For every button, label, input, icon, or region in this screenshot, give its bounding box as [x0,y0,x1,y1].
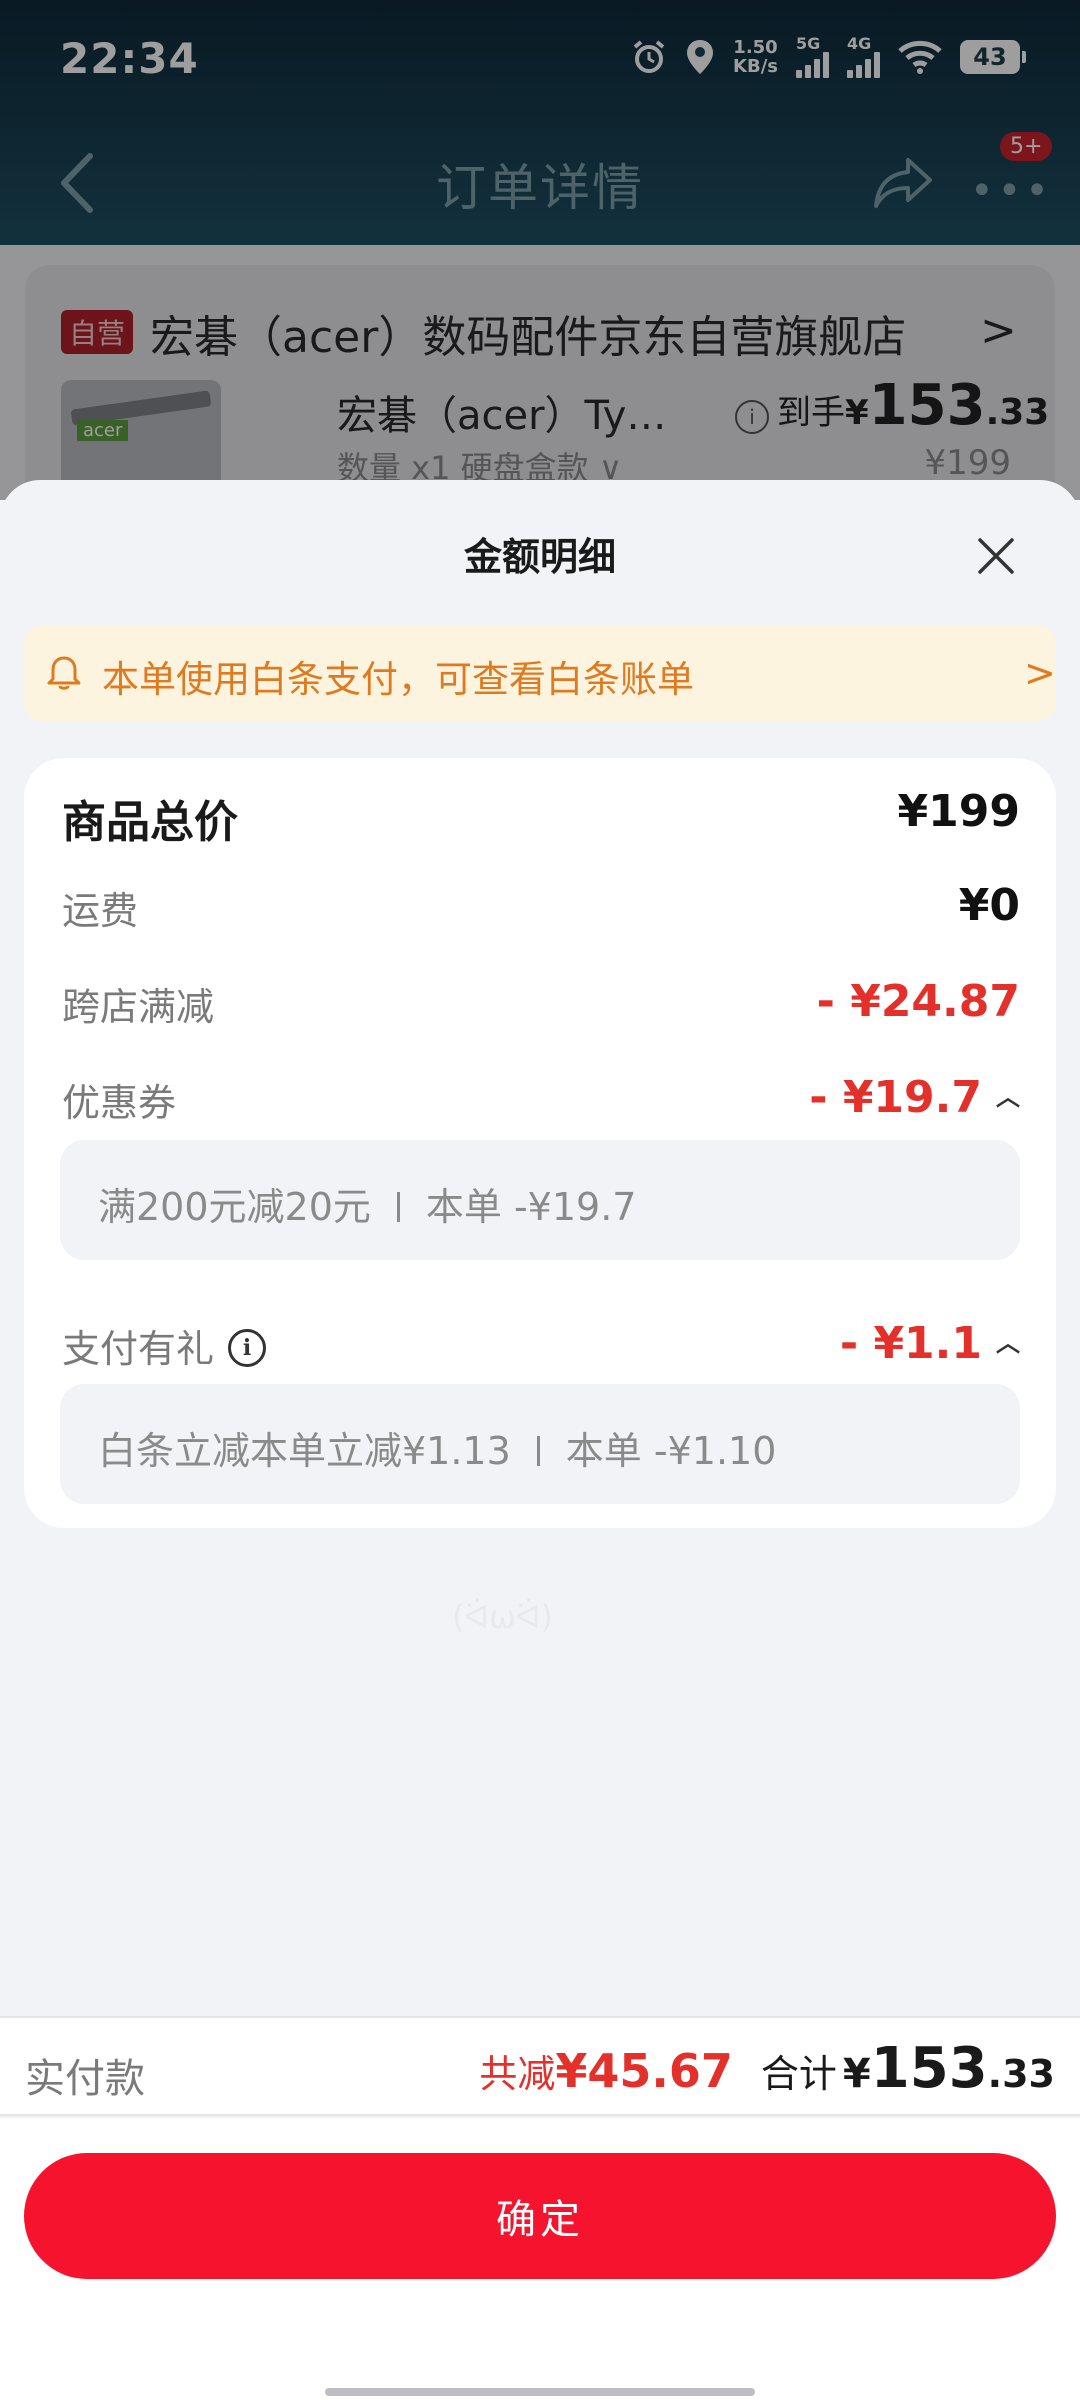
pay-gift-detail-text: 白条立减本单立减¥1.13 本单 -¥1.10 [98,1420,776,1475]
row-goods-total: 商品总价 ¥199 [62,786,1020,848]
pay-gift-detail-right: 本单 -¥1.10 [565,1429,777,1473]
background-page: 22:34 1.50 KB/s 5G 4G 43 订单详情 ••• 5+ 自营 … [0,0,1080,525]
shipping-label: 运费 [62,889,139,933]
shipping-value: ¥0 [958,880,1020,931]
coupon-value-wrap: - ¥19.7 ︿ [809,1072,1020,1123]
cross-store-label: 跨店满减 [62,985,215,1029]
home-indicator[interactable] [325,2388,755,2396]
row-coupon[interactable]: 优惠券 - ¥19.7 ︿ [62,1072,1020,1132]
modal-overlay[interactable] [0,0,1080,500]
total-reduce-label: 共减 [479,2052,556,2096]
separator [396,1191,400,1222]
coupon-value: - ¥19.7 [809,1072,982,1123]
pay-gift-value-wrap: - ¥1.1 ︿ [840,1318,1020,1369]
separator [536,1435,540,1466]
amount-card: 商品总价 ¥199 运费 ¥0 跨店满减 - ¥24.87 优惠券 - ¥19.… [24,758,1056,1528]
coupon-label: 优惠券 [62,1081,177,1125]
pay-gift-label-wrap: 支付有礼 i [62,1318,267,1373]
coupon-detail: 满200元减20元 本单 -¥19.7 [60,1140,1020,1260]
actual-pay-label: 实付款 [25,2056,145,2102]
total-label: 合计 [760,2052,837,2096]
info-icon[interactable]: i [228,1328,267,1367]
row-shipping: 运费 ¥0 [62,880,1020,940]
pay-gift-label: 支付有礼 [62,1327,215,1371]
confirm-button[interactable]: 确定 [24,2153,1056,2279]
goods-total-value: ¥199 [897,786,1020,837]
total-currency: ¥ [842,2051,871,2097]
coupon-detail-right: 本单 -¥19.7 [425,1185,637,1229]
coupon-detail-left: 满200元减20元 [98,1185,371,1229]
pay-gift-detail-left: 白条立减本单立减¥1.13 [98,1429,511,1473]
total-integer: 153 [870,2036,988,2101]
notice-text: 本单使用白条支付，可查看白条账单 [102,658,694,701]
baitiao-notice-banner[interactable]: 本单使用白条支付，可查看白条账单 > [24,625,1056,721]
sheet-title: 金额明细 [463,535,616,579]
confirm-area: 确定 [0,2118,1080,2400]
cross-store-value: - ¥24.87 [816,976,1020,1027]
chevron-up-icon[interactable]: ︿ [996,1323,1020,1358]
bell-icon [47,656,81,690]
pay-summary-bar: 实付款 共减 ¥45.67 合计 ¥ 153 .33 [0,2016,1080,2116]
row-pay-gift[interactable]: 支付有礼 i - ¥1.1 ︿ [62,1318,1020,1378]
close-icon[interactable] [970,530,1022,582]
goods-total-label: 商品总价 [62,797,238,848]
chevron-up-icon[interactable]: ︿ [996,1077,1020,1112]
pay-summary: 共减 ¥45.67 合计 ¥ 153 .33 [479,2036,1055,2101]
total-reduce-value: ¥45.67 [555,2044,733,2098]
coupon-detail-text: 满200元减20元 本单 -¥19.7 [98,1176,636,1231]
row-cross-store-discount: 跨店满减 - ¥24.87 [62,976,1020,1036]
chevron-right-icon: > [1024,651,1056,695]
pay-gift-value: - ¥1.1 [839,1318,982,1369]
total-decimal: .33 [987,2052,1055,2096]
pay-gift-detail: 白条立减本单立减¥1.13 本单 -¥1.10 [60,1384,1020,1504]
watermark: (ᐛωᐛ) [452,1598,553,1636]
